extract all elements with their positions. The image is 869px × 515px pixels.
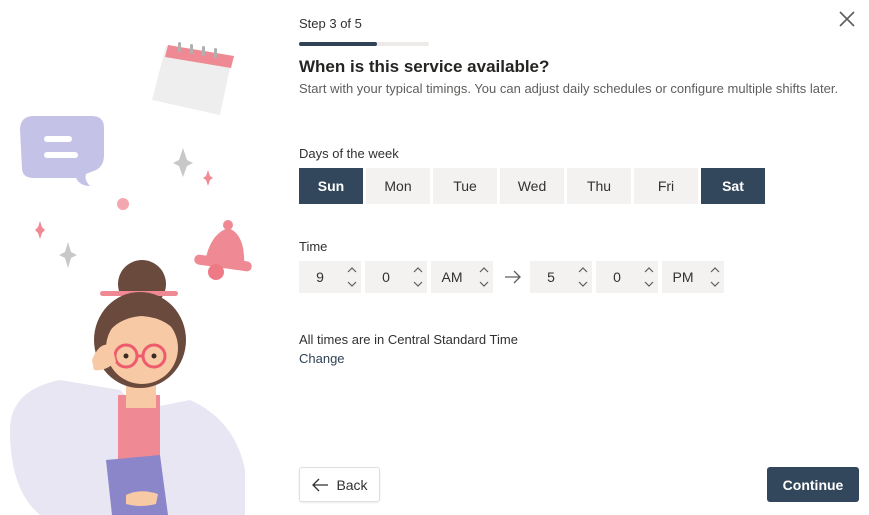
time-label: Time xyxy=(299,239,328,254)
chevron-up-icon xyxy=(710,267,720,273)
day-toggle-mon[interactable]: Mon xyxy=(366,168,430,204)
day-toggle-thu[interactable]: Thu xyxy=(567,168,631,204)
page-subtitle: Start with your typical timings. You can… xyxy=(299,81,839,96)
chevron-down-icon xyxy=(578,281,588,287)
start-hour-spinner[interactable]: 9 xyxy=(299,261,361,293)
start-minute-up-button[interactable] xyxy=(411,263,425,277)
progress-bar-fill xyxy=(299,42,377,46)
end-hour-up-button[interactable] xyxy=(576,263,590,277)
start-minute-spinner[interactable]: 0 xyxy=(365,261,427,293)
end-minute-down-button[interactable] xyxy=(642,277,656,291)
end-minute-up-button[interactable] xyxy=(642,263,656,277)
start-hour-down-button[interactable] xyxy=(345,277,359,291)
arrow-left-icon xyxy=(312,478,329,491)
days-of-week-label: Days of the week xyxy=(299,146,399,161)
start-period-down-button[interactable] xyxy=(477,277,491,291)
start-minute-down-button[interactable] xyxy=(411,277,425,291)
end-period-spinner[interactable]: PM xyxy=(662,261,724,293)
end-period-up-button[interactable] xyxy=(708,263,722,277)
day-toggle-fri[interactable]: Fri xyxy=(634,168,698,204)
start-period-value[interactable]: AM xyxy=(431,261,473,293)
end-period-down-button[interactable] xyxy=(708,277,722,291)
chevron-down-icon xyxy=(710,281,720,287)
bell-illustration xyxy=(194,220,252,280)
start-minute-value[interactable]: 0 xyxy=(365,261,407,293)
chevron-up-icon xyxy=(347,267,357,273)
chevron-up-icon xyxy=(644,267,654,273)
start-period-up-button[interactable] xyxy=(477,263,491,277)
start-hour-value[interactable]: 9 xyxy=(299,261,341,293)
chat-bubble-illustration xyxy=(20,116,104,186)
timezone-text: All times are in Central Standard Time xyxy=(299,332,518,347)
chevron-down-icon xyxy=(347,281,357,287)
continue-button[interactable]: Continue xyxy=(767,467,859,502)
day-toggle-sat[interactable]: Sat xyxy=(701,168,765,204)
back-button-label: Back xyxy=(336,476,368,493)
days-of-week-selector: Sun Mon Tue Wed Thu Fri Sat xyxy=(299,168,765,204)
chevron-up-icon xyxy=(578,267,588,273)
calendar-illustration xyxy=(152,42,234,115)
back-button[interactable]: Back xyxy=(299,467,380,502)
change-timezone-link[interactable]: Change xyxy=(299,351,345,366)
arrow-right-icon xyxy=(503,267,523,287)
page-title: When is this service available? xyxy=(299,57,550,76)
end-hour-spinner[interactable]: 5 xyxy=(530,261,592,293)
start-hour-up-button[interactable] xyxy=(345,263,359,277)
day-toggle-sun[interactable]: Sun xyxy=(299,168,363,204)
start-period-spinner[interactable]: AM xyxy=(431,261,493,293)
end-minute-spinner[interactable]: 0 xyxy=(596,261,658,293)
close-icon xyxy=(839,11,855,27)
end-hour-down-button[interactable] xyxy=(576,277,590,291)
step-indicator: Step 3 of 5 xyxy=(299,16,362,31)
day-toggle-wed[interactable]: Wed xyxy=(500,168,564,204)
chevron-up-icon xyxy=(413,267,423,273)
chevron-down-icon xyxy=(644,281,654,287)
person-illustration xyxy=(10,260,245,515)
chevron-down-icon xyxy=(479,281,489,287)
end-hour-value[interactable]: 5 xyxy=(530,261,572,293)
end-minute-value[interactable]: 0 xyxy=(596,261,638,293)
end-period-value[interactable]: PM xyxy=(662,261,704,293)
close-button[interactable] xyxy=(834,8,860,30)
day-toggle-tue[interactable]: Tue xyxy=(433,168,497,204)
chevron-down-icon xyxy=(413,281,423,287)
illustration xyxy=(10,42,252,515)
chevron-up-icon xyxy=(479,267,489,273)
progress-bar xyxy=(299,42,429,46)
